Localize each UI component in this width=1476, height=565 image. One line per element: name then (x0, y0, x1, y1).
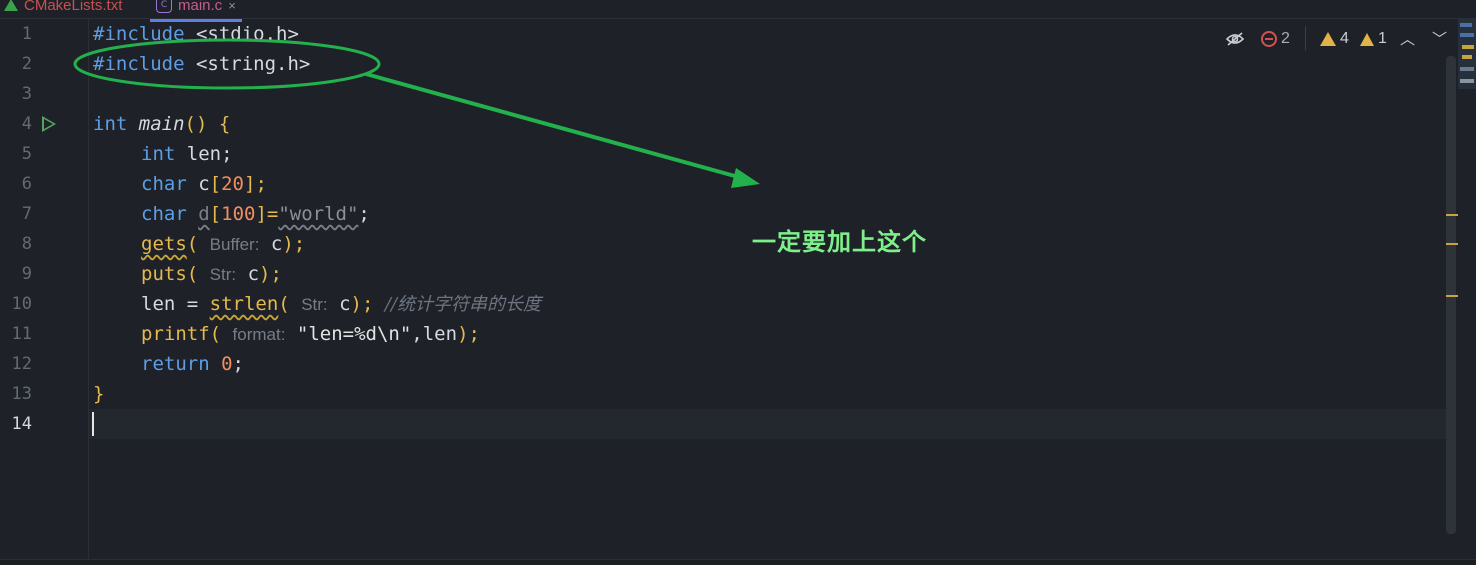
annotation-note: 一定要加上这个 (752, 228, 927, 256)
annotation-ellipse (73, 38, 381, 90)
editor-bottom-border (0, 559, 1476, 565)
annotation-overlay (73, 38, 760, 188)
annotation-arrow (365, 72, 743, 180)
arrowhead (731, 168, 760, 188)
